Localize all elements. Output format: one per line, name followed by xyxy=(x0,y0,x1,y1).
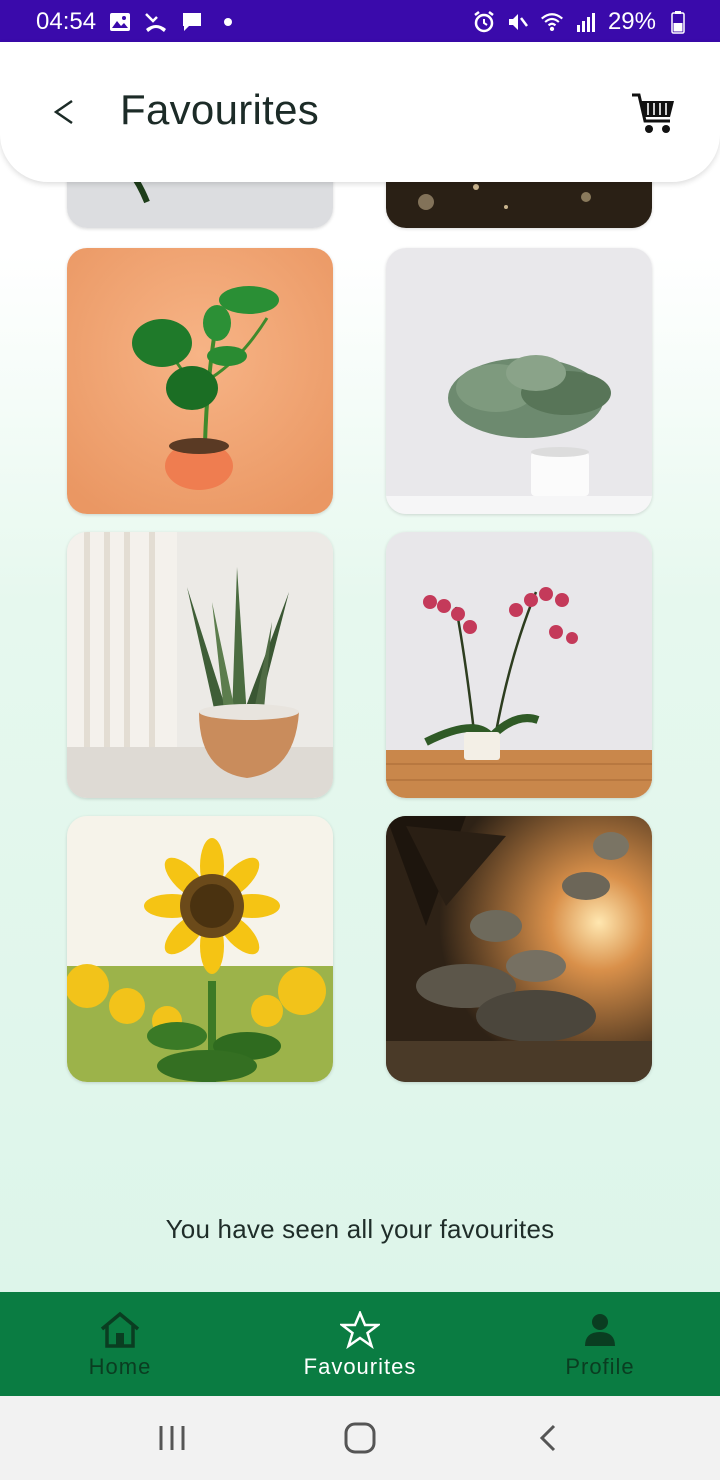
star-icon xyxy=(338,1310,382,1350)
nav-label-favourites: Favourites xyxy=(303,1354,417,1379)
favourite-tile-cactus[interactable] xyxy=(386,816,652,1082)
favourite-tile-eucalyptus[interactable] xyxy=(386,248,652,514)
favourite-tile-snake-plant[interactable] xyxy=(67,532,333,798)
home-circle-icon xyxy=(344,1422,376,1454)
gallery-icon xyxy=(108,10,132,34)
status-left: 04:54 xyxy=(36,8,240,36)
chevron-left-icon xyxy=(53,99,73,125)
favourite-tile-orchid[interactable] xyxy=(386,532,652,798)
signal-icon xyxy=(574,10,598,34)
back-button[interactable] xyxy=(44,92,84,132)
system-back-button[interactable] xyxy=(524,1416,572,1460)
battery-percent: 29% xyxy=(607,8,656,35)
message-icon xyxy=(180,10,204,34)
battery-icon xyxy=(666,10,690,34)
mute-icon xyxy=(506,10,530,34)
status-time: 04:54 xyxy=(36,8,97,35)
missed-call-icon xyxy=(144,10,168,34)
system-home-button[interactable] xyxy=(336,1416,384,1460)
app-header: Favourites xyxy=(0,42,720,182)
person-icon xyxy=(578,1310,622,1350)
status-right: 29% xyxy=(472,8,690,36)
favourite-tile-monstera[interactable] xyxy=(67,248,333,514)
nav-item-favourites[interactable]: Favourites xyxy=(240,1292,480,1396)
dot-icon xyxy=(216,10,240,34)
wifi-icon xyxy=(540,10,564,34)
recent-apps-icon xyxy=(159,1426,185,1450)
bottom-navigation: Home Favourites Profile xyxy=(0,1292,720,1396)
favourite-tile-sunflower[interactable] xyxy=(67,816,333,1082)
back-icon xyxy=(539,1424,556,1452)
home-icon xyxy=(98,1310,142,1350)
status-bar: 04:54 29% xyxy=(0,0,720,42)
end-of-list-message: You have seen all your favourites xyxy=(165,1214,555,1244)
page-title: Favourites xyxy=(120,86,320,133)
system-navigation-bar xyxy=(0,1396,720,1480)
favourites-scroll-area[interactable]: You have seen all your favourites xyxy=(0,42,720,1292)
alarm-icon xyxy=(472,10,496,34)
nav-label-profile: Profile xyxy=(565,1354,635,1379)
nav-label-home: Home xyxy=(88,1354,152,1379)
recent-apps-button[interactable] xyxy=(148,1416,196,1460)
cart-icon xyxy=(632,93,674,133)
nav-item-profile[interactable]: Profile xyxy=(480,1292,720,1396)
nav-item-home[interactable]: Home xyxy=(0,1292,240,1396)
cart-button[interactable] xyxy=(626,86,680,140)
